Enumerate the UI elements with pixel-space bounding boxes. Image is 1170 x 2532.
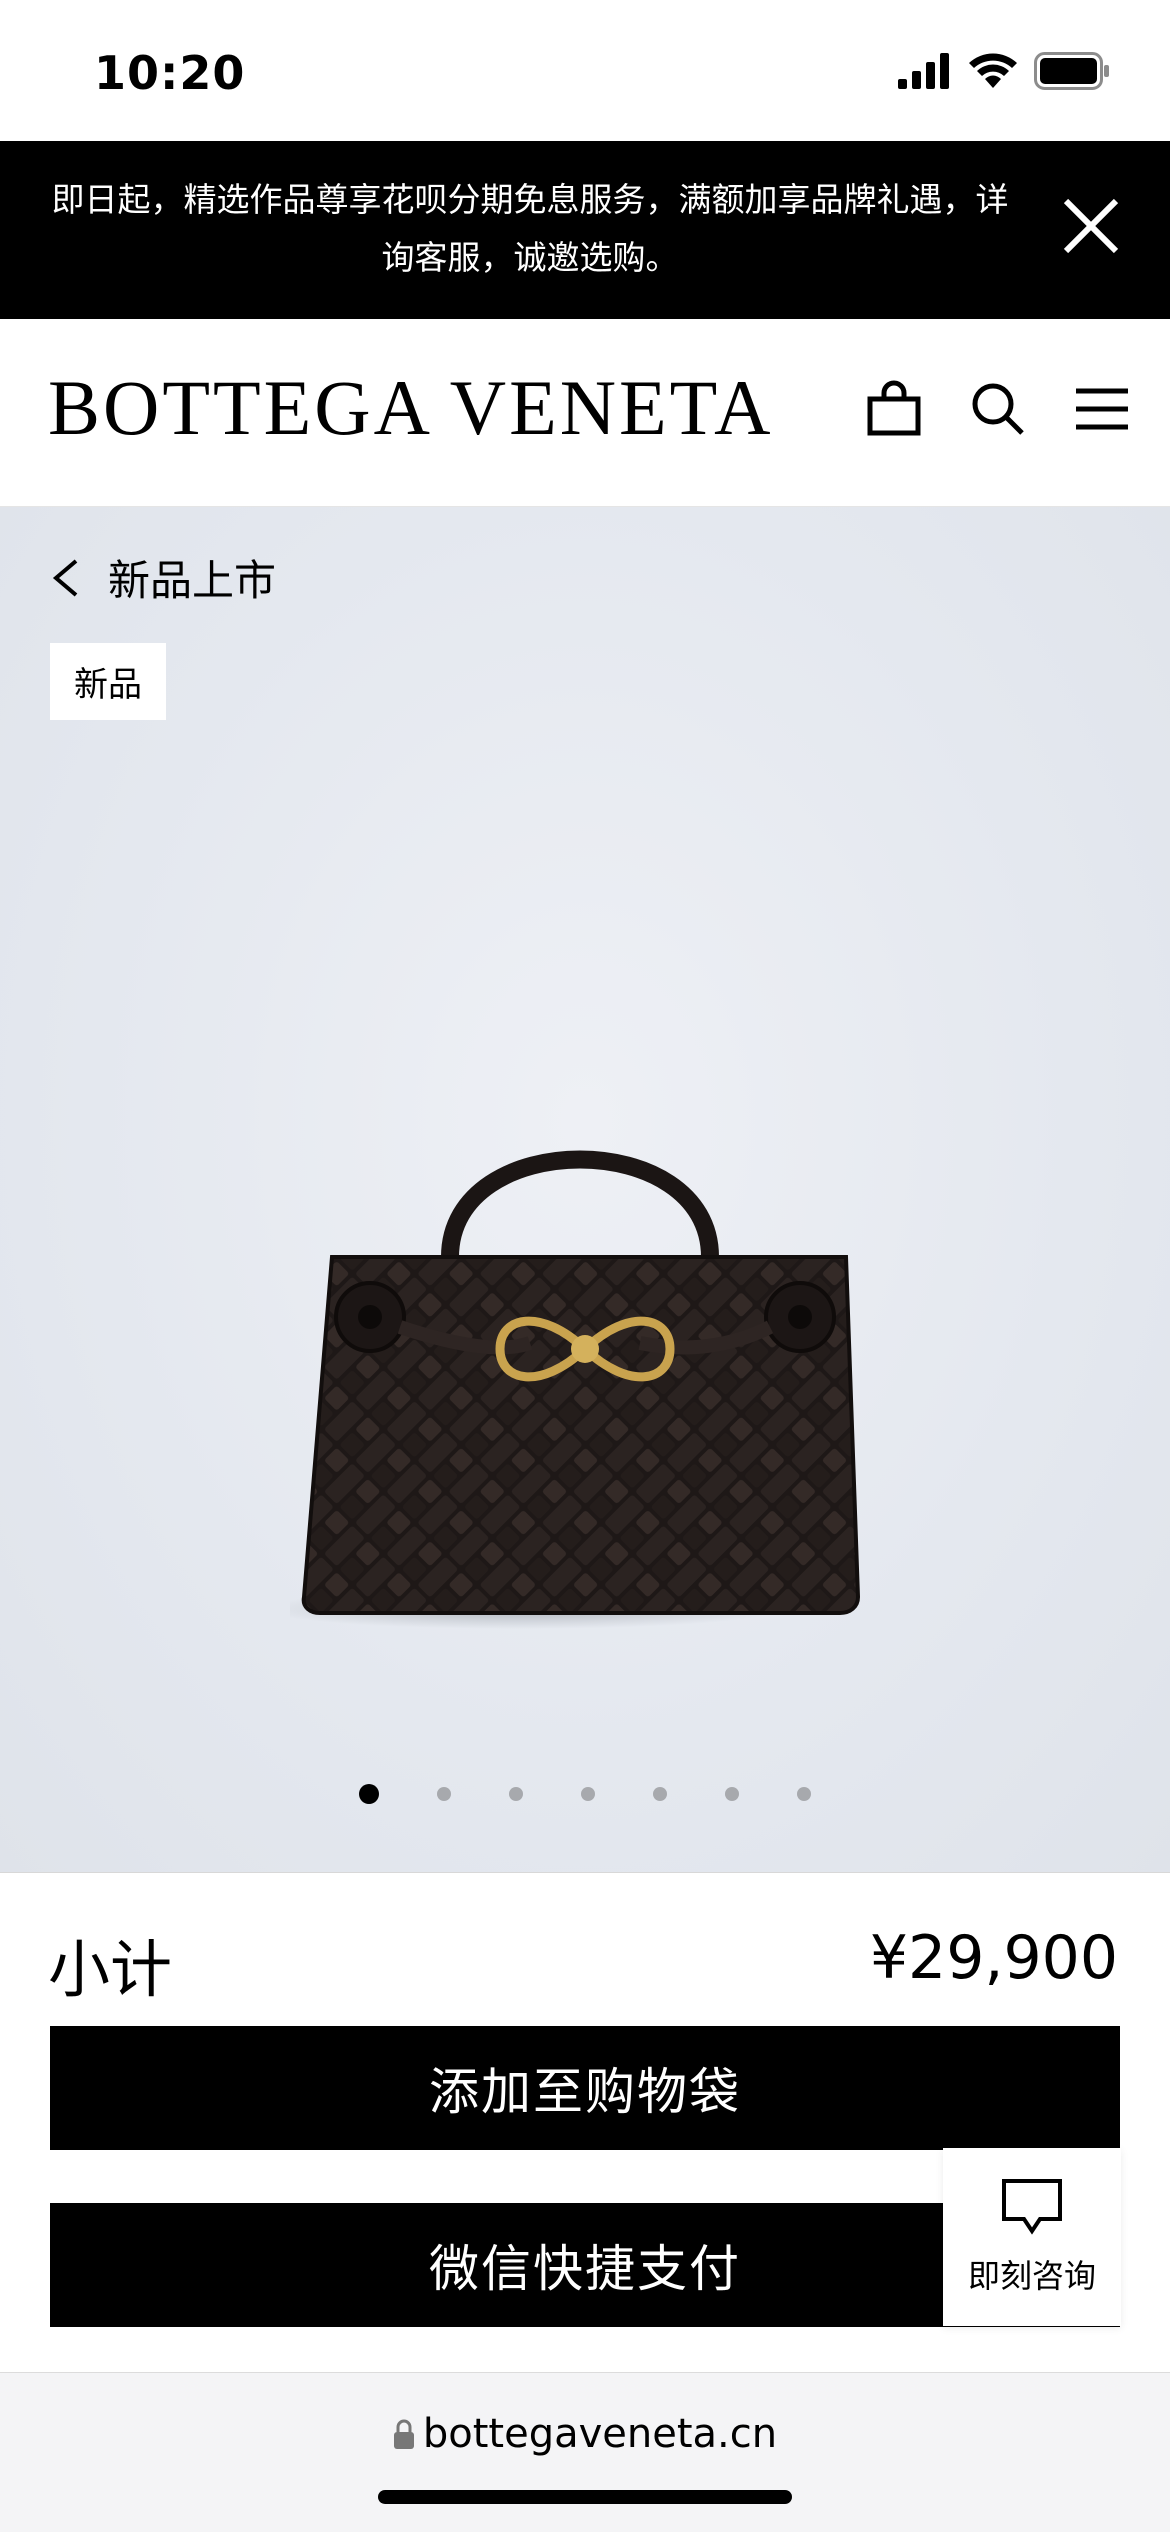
new-badge: 新品	[50, 643, 166, 720]
back-link[interactable]: 新品上市	[50, 547, 276, 608]
site-header: BOTTEGA VENETA	[0, 319, 1170, 507]
carousel-dot[interactable]	[359, 1784, 379, 1804]
wifi-icon	[969, 53, 1017, 88]
promo-banner: 即日起，精选作品尊享花呗分期免息服务，满额加享品牌礼遇，详询客服，诚邀选购。	[0, 141, 1170, 319]
brand-logo[interactable]: BOTTEGA VENETA	[48, 369, 773, 447]
carousel-dots	[0, 1784, 1170, 1804]
home-indicator	[378, 2490, 792, 2504]
subtotal-label: 小计	[48, 1933, 173, 2006]
battery-icon	[1034, 52, 1109, 90]
carousel-dot[interactable]	[797, 1787, 811, 1801]
carousel-dot[interactable]	[653, 1787, 667, 1801]
status-icons	[898, 52, 1110, 90]
carousel-dot[interactable]	[725, 1787, 739, 1801]
status-bar: 10:20	[0, 0, 1170, 141]
add-to-bag-button[interactable]: 添加至购物袋	[50, 2026, 1120, 2150]
carousel-dot[interactable]	[509, 1787, 523, 1801]
close-icon[interactable]	[1056, 191, 1126, 261]
consult-button[interactable]: 即刻咨询	[943, 2148, 1121, 2326]
status-time: 10:20	[94, 46, 246, 100]
url-text: bottegaveneta.cn	[422, 2411, 778, 2457]
chat-icon	[1002, 2179, 1062, 2235]
carousel-dot[interactable]	[437, 1787, 451, 1801]
product-image	[290, 1150, 861, 1629]
chevron-left-icon	[52, 558, 78, 597]
menu-icon[interactable]	[1072, 379, 1132, 439]
url-display[interactable]: bottegaveneta.cn	[0, 2411, 1170, 2457]
header-actions	[864, 379, 1132, 439]
signal-icon	[898, 53, 949, 89]
subtotal-price: ¥29,900	[869, 1923, 1118, 1993]
carousel-dot[interactable]	[581, 1787, 595, 1801]
search-icon[interactable]	[968, 379, 1028, 439]
consult-label: 即刻咨询	[967, 2257, 1096, 2295]
promo-text: 即日起，精选作品尊享花呗分期免息服务，满额加享品牌礼遇，详询客服，诚邀选购。	[51, 180, 1009, 277]
shopping-bag-icon[interactable]	[864, 379, 924, 439]
back-label: 新品上市	[108, 556, 277, 605]
product-gallery[interactable]: 新品上市 新品	[0, 507, 1170, 1872]
browser-url-bar[interactable]: bottegaveneta.cn	[0, 2372, 1170, 2532]
lock-icon	[393, 2419, 414, 2449]
